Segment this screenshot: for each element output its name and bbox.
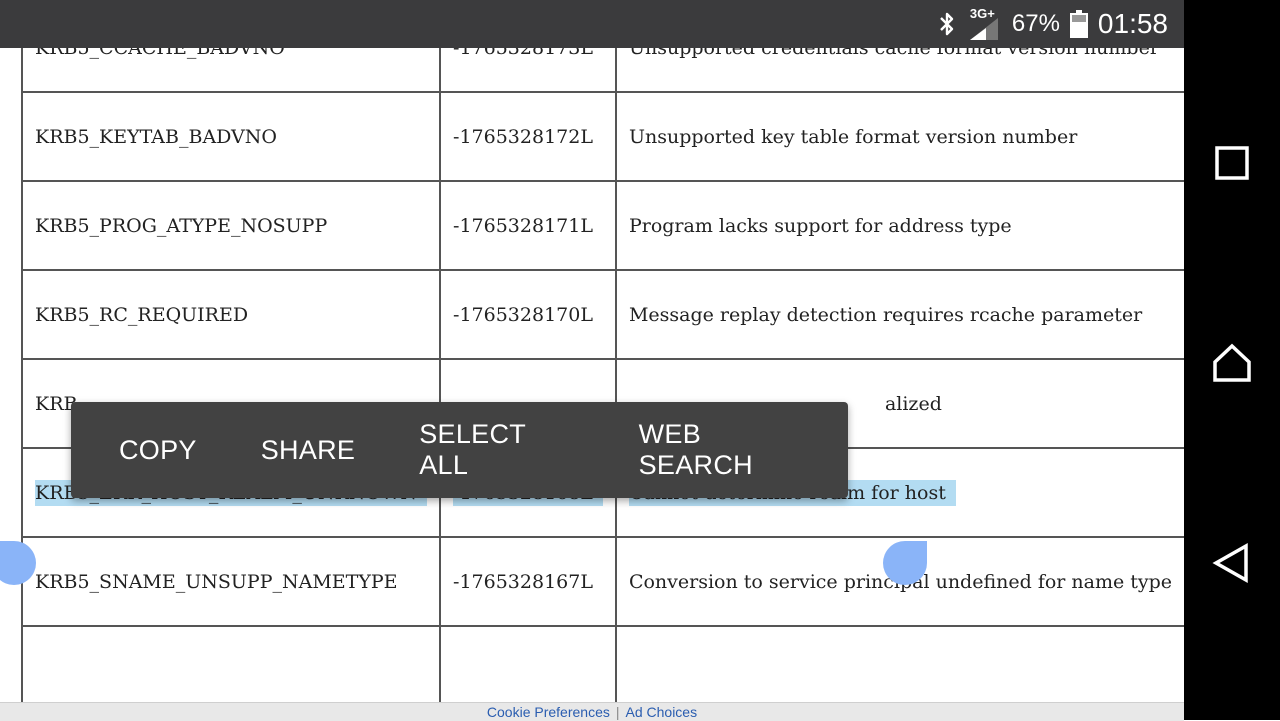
table-row: KRB5_KEYTAB_BADVNO -1765328172L Unsuppor…: [20, 91, 1184, 182]
error-description-cell: [614, 625, 1184, 702]
web-search-button[interactable]: WEB SEARCH: [607, 419, 848, 481]
battery-percent: 67%: [1011, 10, 1060, 37]
error-code-cell: -1765328170L: [439, 269, 617, 360]
error-code-cell: [439, 625, 617, 702]
network-indicator: 3G+: [968, 6, 1002, 40]
error-name-cell: KRB5_PROG_ATYPE_NOSUPP: [20, 180, 442, 271]
cookie-preferences-link[interactable]: Cookie Preferences: [487, 704, 610, 720]
error-code-table: KRB5_CCACHE_BADVNO -1765328173L Unsuppor…: [20, 48, 1184, 702]
footer-bar: Cookie Preferences | Ad Choices: [0, 702, 1184, 721]
error-name-cell: [20, 625, 442, 702]
selection-end-handle[interactable]: [883, 541, 927, 585]
select-all-button[interactable]: SELECT ALL: [387, 419, 606, 481]
battery-icon: [1069, 10, 1088, 38]
text-selection-context-menu: COPY SHARE SELECT ALL WEB SEARCH: [71, 402, 848, 498]
table-row: KRB5_CCACHE_BADVNO -1765328173L Unsuppor…: [20, 48, 1184, 93]
table-row: [20, 625, 1184, 702]
error-code-cell: -1765328172L: [439, 91, 617, 182]
copy-button[interactable]: COPY: [87, 435, 229, 466]
share-button[interactable]: SHARE: [229, 435, 388, 466]
navigation-bar: [1184, 0, 1280, 720]
table-row: KRB5_RC_REQUIRED -1765328170L Message re…: [20, 269, 1184, 360]
error-description-cell: Message replay detection requires rcache…: [614, 269, 1184, 360]
error-name-cell: KRB5_KEYTAB_BADVNO: [20, 91, 442, 182]
error-code-cell: -1765328171L: [439, 180, 617, 271]
error-description-cell: Unsupported key table format version num…: [614, 91, 1184, 182]
clock: 01:58: [1097, 8, 1168, 39]
error-code-cell: -1765328173L: [439, 48, 617, 93]
error-name-cell: KRB5_RC_REQUIRED: [20, 269, 442, 360]
ad-choices-link[interactable]: Ad Choices: [626, 704, 698, 720]
table-row: KRB5_PROG_ATYPE_NOSUPP -1765328171L Prog…: [20, 180, 1184, 271]
status-icons: 3G+ 67% 01:58: [936, 0, 1168, 48]
error-description-cell: Unsupported credentials cache format ver…: [614, 48, 1184, 93]
error-code-cell: -1765328167L: [439, 536, 617, 627]
recents-icon[interactable]: [1212, 143, 1252, 183]
back-icon[interactable]: [1212, 543, 1252, 583]
error-description-cell: Program lacks support for address type: [614, 180, 1184, 271]
error-name-cell: KRB5_CCACHE_BADVNO: [20, 48, 442, 93]
signal-icon: [969, 18, 998, 40]
footer-separator: |: [615, 704, 620, 720]
home-icon[interactable]: [1212, 343, 1252, 383]
table-row: KRB5_SNAME_UNSUPP_NAMETYPE -1765328167L …: [20, 536, 1184, 627]
web-content[interactable]: KRB5_CCACHE_BADVNO -1765328173L Unsuppor…: [0, 48, 1184, 702]
error-name-cell: KRB5_SNAME_UNSUPP_NAMETYPE: [20, 536, 442, 627]
status-bar: 3G+ 67% 01:58: [0, 0, 1184, 48]
bluetooth-icon: [940, 12, 954, 36]
